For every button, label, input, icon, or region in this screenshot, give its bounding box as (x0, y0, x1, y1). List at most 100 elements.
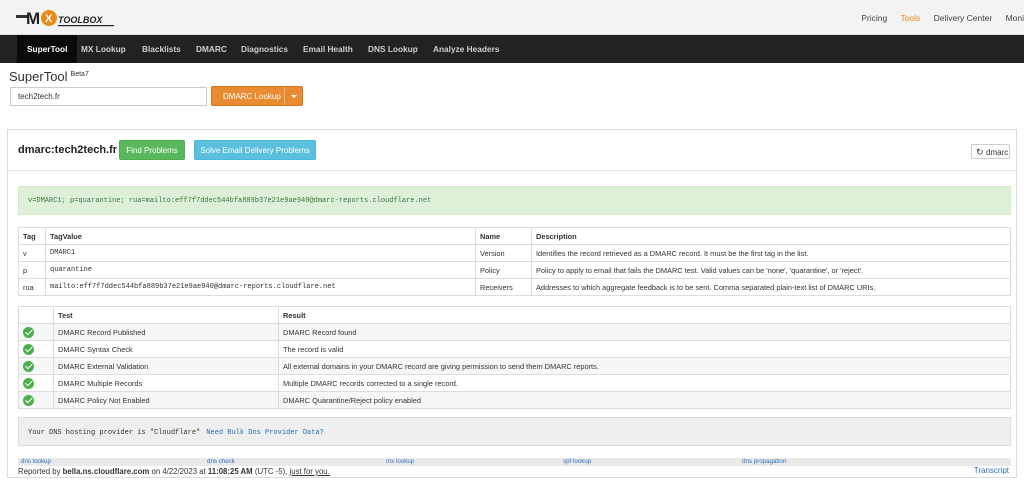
top-header: M X TOOLBOX Pricing Tools Delivery Cente… (0, 0, 1024, 35)
tag-table: Tag TagValue Name Description v DMARC1 V… (18, 227, 1011, 296)
tag-name-cell: Version (475, 244, 532, 262)
test-result-cell: The record is valid (278, 340, 1011, 358)
find-problems-label: Find Problems (126, 146, 178, 155)
tag-value-cell: quarantine (45, 261, 476, 279)
report-time: 11:08:25 AM (207, 467, 253, 476)
test-results-table: Test Result DMARC Record Published DMARC… (18, 306, 1011, 409)
table-header-row: Tag TagValue Name Description (18, 227, 1011, 245)
dns-propagation-link[interactable]: dns propagation (742, 458, 786, 465)
col-header: Description (531, 227, 1011, 245)
col-header: TagValue (45, 227, 476, 245)
nav-blacklists[interactable]: Blacklists (142, 35, 181, 63)
tag-cell: rua (18, 278, 46, 296)
main-nav: SuperTool MX Lookup Blacklists DMARC Dia… (0, 35, 1024, 63)
search-input[interactable] (10, 87, 207, 106)
supertool-title: SuperTool Beta7 (9, 69, 89, 84)
mxtoolbox-logo[interactable]: M X TOOLBOX (16, 7, 116, 29)
solve-delivery-label: Solve Email Delivery Problems (200, 146, 310, 155)
transcript-link[interactable]: Transcript (974, 466, 1009, 475)
col-header: Test (53, 306, 279, 324)
col-header: Result (278, 306, 1011, 324)
nav-dns-lookup[interactable]: DNS Lookup (368, 35, 418, 63)
test-result-cell: DMARC Record found (278, 323, 1011, 341)
mx-lookup-link[interactable]: mx lookup (386, 458, 414, 465)
tag-cell: p (18, 261, 46, 279)
pricing-link[interactable]: Pricing (861, 13, 887, 23)
spf-lookup-link[interactable]: spf lookup (563, 458, 591, 465)
tag-value-cell: DMARC1 (45, 244, 476, 262)
tag-description-cell: Policy to apply to email that fails the … (531, 261, 1011, 279)
related-links-bar: dns lookup dns check mx lookup spf looku… (18, 458, 1011, 466)
tools-link[interactable]: Tools (900, 13, 920, 23)
result-panel: dmarc:tech2tech.fr Find Problems Solve E… (7, 129, 1017, 478)
check-circle-icon (23, 343, 34, 355)
test-result-cell: All external domains in your DMARC recor… (278, 357, 1011, 375)
solve-delivery-problems-button[interactable]: Solve Email Delivery Problems (194, 140, 316, 160)
svg-text:TOOLBOX: TOOLBOX (58, 15, 103, 25)
test-name-cell: DMARC Multiple Records (53, 374, 279, 392)
tag-description-cell: Identifies the record retrieved as a DMA… (531, 244, 1011, 262)
dmarc-record-box: v=DMARC1; p=quarantine; rua=mailto:eff7f… (18, 186, 1011, 215)
bulk-dns-link[interactable]: Need Bulk Dns Provider Data? (206, 429, 324, 437)
refresh-label: dmarc (986, 148, 1009, 157)
report-prefix: Reported by (18, 467, 61, 476)
just-for-you-link[interactable]: just for you. (290, 467, 330, 476)
col-header (18, 306, 54, 324)
col-header: Name (475, 227, 532, 245)
dns-check-link[interactable]: dns check (207, 458, 235, 465)
dns-provider-box: Your DNS hosting provider is "Cloudflare… (18, 417, 1011, 446)
nav-mx-lookup[interactable]: MX Lookup (81, 35, 126, 63)
status-cell (18, 323, 54, 341)
svg-text:X: X (45, 13, 53, 25)
test-name-cell: DMARC Policy Not Enabled (53, 391, 279, 409)
test-result-cell: DMARC Quarantine/Reject policy enabled (278, 391, 1011, 409)
check-circle-icon (23, 377, 34, 389)
check-circle-icon (23, 360, 34, 372)
refresh-icon: ↻ (976, 147, 984, 157)
dns-lookup-link[interactable]: dns lookup (21, 458, 51, 465)
refresh-dmarc-button[interactable]: ↻ dmarc (971, 144, 1010, 159)
tag-cell: v (18, 244, 46, 262)
nav-diagnostics[interactable]: Diagnostics (241, 35, 288, 63)
col-header: Tag (18, 227, 46, 245)
dmarc-lookup-button[interactable]: DMARC Lookup (211, 86, 303, 106)
delivery-center-link[interactable]: Delivery Center (934, 13, 993, 23)
nav-analyze-headers[interactable]: Analyze Headers (433, 35, 499, 63)
nav-supertool[interactable]: SuperTool (17, 35, 78, 63)
report-server: bella.ns.cloudflare.com (62, 467, 150, 476)
dmarc-record-text: v=DMARC1; p=quarantine; rua=mailto:eff7f… (28, 197, 432, 205)
report-on: on 4/22/2023 at (151, 467, 206, 476)
chevron-down-icon[interactable] (284, 87, 302, 105)
table-row: DMARC External Validation All external d… (18, 357, 1011, 375)
tag-name-cell: Policy (475, 261, 532, 279)
svg-text:M: M (26, 9, 40, 28)
check-circle-icon (23, 394, 34, 406)
beta-badge: Beta7 (70, 71, 89, 78)
tag-name-cell: Receivers (475, 278, 532, 296)
result-title: dmarc:tech2tech.fr (18, 144, 118, 156)
find-problems-button[interactable]: Find Problems (119, 140, 185, 160)
check-circle-icon (23, 326, 34, 338)
dmarc-lookup-label: DMARC Lookup (223, 92, 281, 101)
tag-value-cell: mailto:eff7f7ddec544bfa889b37e21e9ae940@… (45, 278, 476, 296)
report-tz: (UTC -5), (254, 467, 288, 476)
nav-email-health[interactable]: Email Health (303, 35, 353, 63)
test-result-cell: Multiple DMARC records corrected to a si… (278, 374, 1011, 392)
test-name-cell: DMARC Record Published (53, 323, 279, 341)
status-cell (18, 374, 54, 392)
nav-dmarc[interactable]: DMARC (196, 35, 227, 63)
test-name-cell: DMARC Syntax Check (53, 340, 279, 358)
panel-divider (8, 170, 1016, 171)
monitoring-link[interactable]: Moni (1006, 13, 1024, 23)
table-row: DMARC Syntax Check The record is valid (18, 340, 1011, 358)
status-cell (18, 391, 54, 409)
top-links: Pricing Tools Delivery Center Moni (861, 13, 1024, 23)
table-row: p quarantine Policy Policy to apply to e… (18, 261, 1011, 279)
table-row: rua mailto:eff7f7ddec544bfa889b37e21e9ae… (18, 278, 1011, 296)
table-row: DMARC Record Published DMARC Record foun… (18, 323, 1011, 341)
report-line: Reported by bella.ns.cloudflare.com on 4… (18, 467, 330, 476)
supertool-title-text: SuperTool (9, 69, 68, 84)
table-header-row: Test Result (18, 306, 1011, 324)
table-row: DMARC Multiple Records Multiple DMARC re… (18, 374, 1011, 392)
status-cell (18, 357, 54, 375)
